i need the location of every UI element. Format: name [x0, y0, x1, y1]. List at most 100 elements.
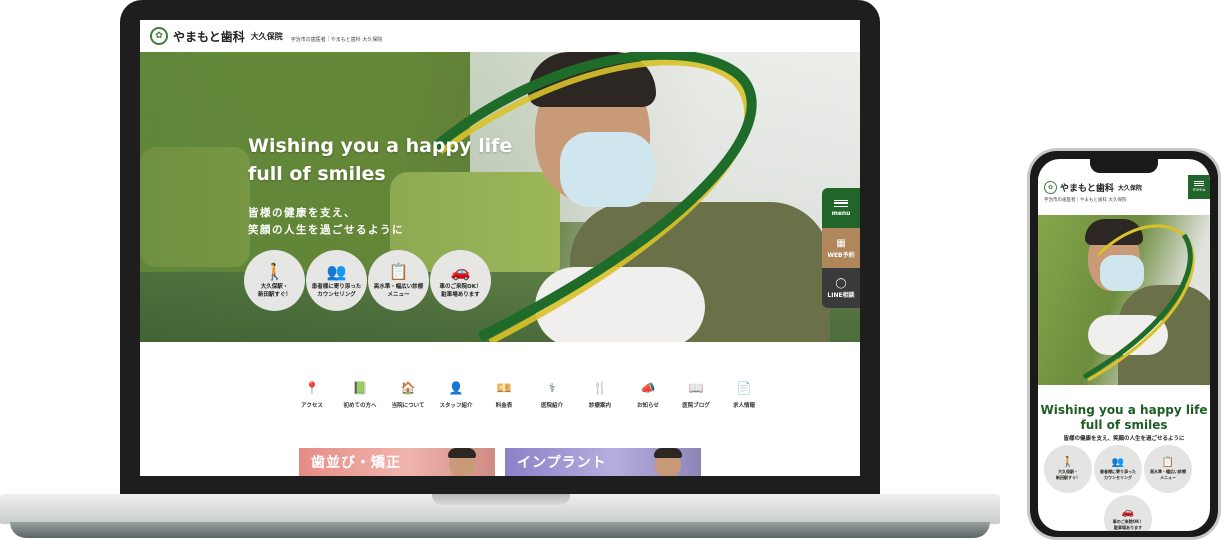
- nav-blog[interactable]: 📖 医院ブログ: [672, 380, 720, 409]
- walking-person-icon: 🚶: [264, 261, 285, 281]
- car-icon: 🚗: [450, 261, 471, 281]
- phone-hero-subtitle: 皆様の健康を支え、笑顔の人生を過ごせるように: [1063, 436, 1185, 442]
- car-icon: 🚗: [1121, 507, 1135, 518]
- feature-bubble-counseling[interactable]: 👥 患者様に寄り添った カウンセリング: [306, 250, 367, 311]
- book-icon: 📗: [352, 381, 368, 395]
- phone-hero-image: [1038, 215, 1210, 385]
- counseling-icon: 👥: [326, 261, 347, 281]
- line-icon: ◯: [835, 277, 847, 289]
- megaphone-icon: 📣: [640, 381, 656, 395]
- device-mockup-stage: ✿ やまもと歯科 大久保院 宇治市の歯医者｜やまもと歯科 大久保院 Wishin…: [0, 0, 1224, 540]
- implant-banner[interactable]: インプラント: [505, 448, 701, 476]
- hero-title-line: full of smiles: [1080, 418, 1168, 432]
- menu-label: menu: [1192, 188, 1206, 193]
- nav-label: スタッフ紹介: [439, 403, 473, 409]
- feature-bubble-parking[interactable]: 🚗 車のご来院OK！ 駐車場あります: [430, 250, 491, 311]
- feature-bubble-menu[interactable]: 📋 高水準・幅広い診療 メニュー: [368, 250, 429, 311]
- hero-title-line: full of smiles: [248, 163, 386, 185]
- banner-title: 歯並び・矯正: [311, 455, 401, 471]
- clinic-branch: 大久保院: [1117, 185, 1142, 192]
- feature-text: 大久保駅・ 新田駅すぐ！: [257, 283, 291, 298]
- orthodontics-banner[interactable]: 歯並び・矯正: [299, 448, 495, 476]
- hospital-icon: ⚕: [548, 381, 556, 395]
- feature-text: 高水準・幅広い診療 メニュー: [1150, 469, 1186, 480]
- nav-price[interactable]: 💴 料金表: [480, 380, 528, 409]
- hamburger-icon: [834, 199, 848, 207]
- menu-button[interactable]: menu: [822, 188, 860, 228]
- phone-menu-button[interactable]: menu: [1188, 175, 1210, 199]
- web-reservation-button[interactable]: ▦ WEB予約: [822, 228, 860, 268]
- hamburger-icon: [1194, 181, 1204, 186]
- staff-icon: 👤: [448, 381, 464, 395]
- nav-access[interactable]: 📍 アクセス: [288, 380, 336, 409]
- phone-screen: ✿ やまもと歯科 大久保院 宇治市の歯医者｜やまもと歯科 大久保院 menu W…: [1038, 159, 1210, 531]
- clinic-tagline: 宇治市の歯医者｜やまもと歯科 大久保院: [290, 36, 383, 43]
- menu-label: menu: [831, 209, 851, 217]
- nav-recruit[interactable]: 📄 求人情報: [720, 380, 768, 409]
- clipboard-icon: 📋: [1161, 457, 1175, 468]
- tools-icon: 🍴: [592, 381, 608, 395]
- hero-subtitle: 皆様の健康を支え、 笑顔の人生を過ごせるように: [248, 205, 468, 239]
- feature-bubble-station[interactable]: 🚶 大久保駅・ 新田駅すぐ！: [244, 250, 305, 311]
- nav-label: 料金表: [495, 403, 513, 409]
- feature-bubbles: 🚶 大久保駅・ 新田駅すぐ！ 👥 患者様に寄り添った カウンセリング 📋 高水準・幅…: [244, 250, 491, 311]
- nav-news[interactable]: 📣 お知らせ: [624, 380, 672, 409]
- nav-label: 医院紹介: [540, 403, 563, 409]
- nav-label: 医院ブログ: [682, 403, 710, 409]
- feature-text: 患者様に寄り添った カウンセリング: [311, 283, 362, 298]
- laptop-base-bottom: [10, 522, 990, 538]
- nav-label: 初めての方へ: [343, 403, 377, 409]
- feature-text: 大久保駅・ 新田駅すぐ！: [1056, 469, 1080, 480]
- doctor-photo-hair: [654, 448, 682, 458]
- feature-bubble-counseling[interactable]: 👥 患者様に寄り添った カウンセリング: [1094, 445, 1142, 493]
- line-consult-label: LINE相談: [827, 291, 855, 299]
- clinic-logo-icon[interactable]: ✿: [150, 27, 168, 45]
- clinic-tagline: 宇治市の歯医者｜やまもと歯科 大久保院: [1044, 198, 1127, 203]
- phone-notch: [1090, 159, 1158, 173]
- site-header: ✿ やまもと歯科 大久保院 宇治市の歯医者｜やまもと歯科 大久保院: [140, 20, 860, 52]
- banner-title: インプラント: [517, 455, 607, 471]
- brush-arc-decoration: [1082, 224, 1195, 382]
- map-pin-icon: 📍: [304, 381, 320, 395]
- feature-text: 患者様に寄り添った カウンセリング: [1100, 469, 1136, 480]
- nav-staff[interactable]: 👤 スタッフ紹介: [432, 380, 480, 409]
- phone-hero-title: Wishing you a happy life full of smiles: [1038, 403, 1210, 433]
- calendar-icon: ▦: [836, 237, 846, 249]
- clipboard-icon: 📋: [388, 261, 409, 281]
- hero-title-line: Wishing you a happy life: [1040, 403, 1208, 417]
- clinic-name[interactable]: やまもと歯科: [173, 28, 245, 45]
- line-consult-button[interactable]: ◯ LINE相談: [822, 268, 860, 308]
- nav-first-visit[interactable]: 📗 初めての方へ: [336, 380, 384, 409]
- counseling-icon: 👥: [1111, 457, 1125, 468]
- doctor-photo-hair: [448, 448, 476, 458]
- feature-bubble-menu[interactable]: 📋 高水準・幅広い診療 メニュー: [1144, 445, 1192, 493]
- clinic-branch: 大久保院: [250, 30, 283, 41]
- nav-label: 求人情報: [732, 403, 755, 409]
- laptop-screen: ✿ やまもと歯科 大久保院 宇治市の歯医者｜やまもと歯科 大久保院 Wishin…: [140, 20, 860, 476]
- nav-label: 診療案内: [588, 403, 611, 409]
- feature-bubble-parking[interactable]: 🚗 車のご来院OK！ 駐車場あります: [1104, 495, 1152, 531]
- web-reservation-label: WEB予約: [827, 251, 855, 259]
- nav-about[interactable]: 🏠 当院について: [384, 380, 432, 409]
- treatment-banners: 歯並び・矯正 インプラント: [299, 448, 701, 476]
- clinic-name[interactable]: やまもと歯科: [1060, 181, 1114, 194]
- feature-text: 車のご来院OK！ 駐車場あります: [1112, 519, 1144, 530]
- hero-subtitle-line: 笑顔の人生を過ごせるように: [248, 224, 404, 236]
- floating-side-menu: menu ▦ WEB予約 ◯ LINE相談: [822, 188, 860, 338]
- hero-title: Wishing you a happy life full of smiles: [248, 132, 548, 188]
- hero-subtitle-line: 皆様の健康を支え、: [248, 207, 356, 219]
- clinic-logo-icon[interactable]: ✿: [1044, 181, 1057, 194]
- feature-text: 車のご来院OK！ 駐車場あります: [439, 283, 482, 298]
- hero-section: Wishing you a happy life full of smiles …: [140, 52, 860, 342]
- quick-nav: 📍 アクセス 📗 初めての方へ 🏠 当院について 👤 スタッフ紹介 💴 料金表 ⚕ 医院紹介…: [288, 380, 768, 409]
- nav-clinic[interactable]: ⚕ 医院紹介: [528, 380, 576, 409]
- nav-treatment[interactable]: 🍴 診療案内: [576, 380, 624, 409]
- nav-label: アクセス: [301, 403, 323, 409]
- recruit-icon: 📄: [736, 381, 752, 395]
- laptop-notch: [432, 494, 570, 505]
- blog-icon: 📖: [688, 381, 704, 395]
- hero-title-line: Wishing you a happy life: [248, 135, 513, 157]
- feature-bubble-station[interactable]: 🚶 大久保駅・ 新田駅すぐ！: [1044, 445, 1092, 493]
- phone-site-header: ✿ やまもと歯科 大久保院 宇治市の歯医者｜やまもと歯科 大久保院: [1038, 175, 1210, 215]
- feature-text: 高水準・幅広い診療 メニュー: [373, 283, 424, 298]
